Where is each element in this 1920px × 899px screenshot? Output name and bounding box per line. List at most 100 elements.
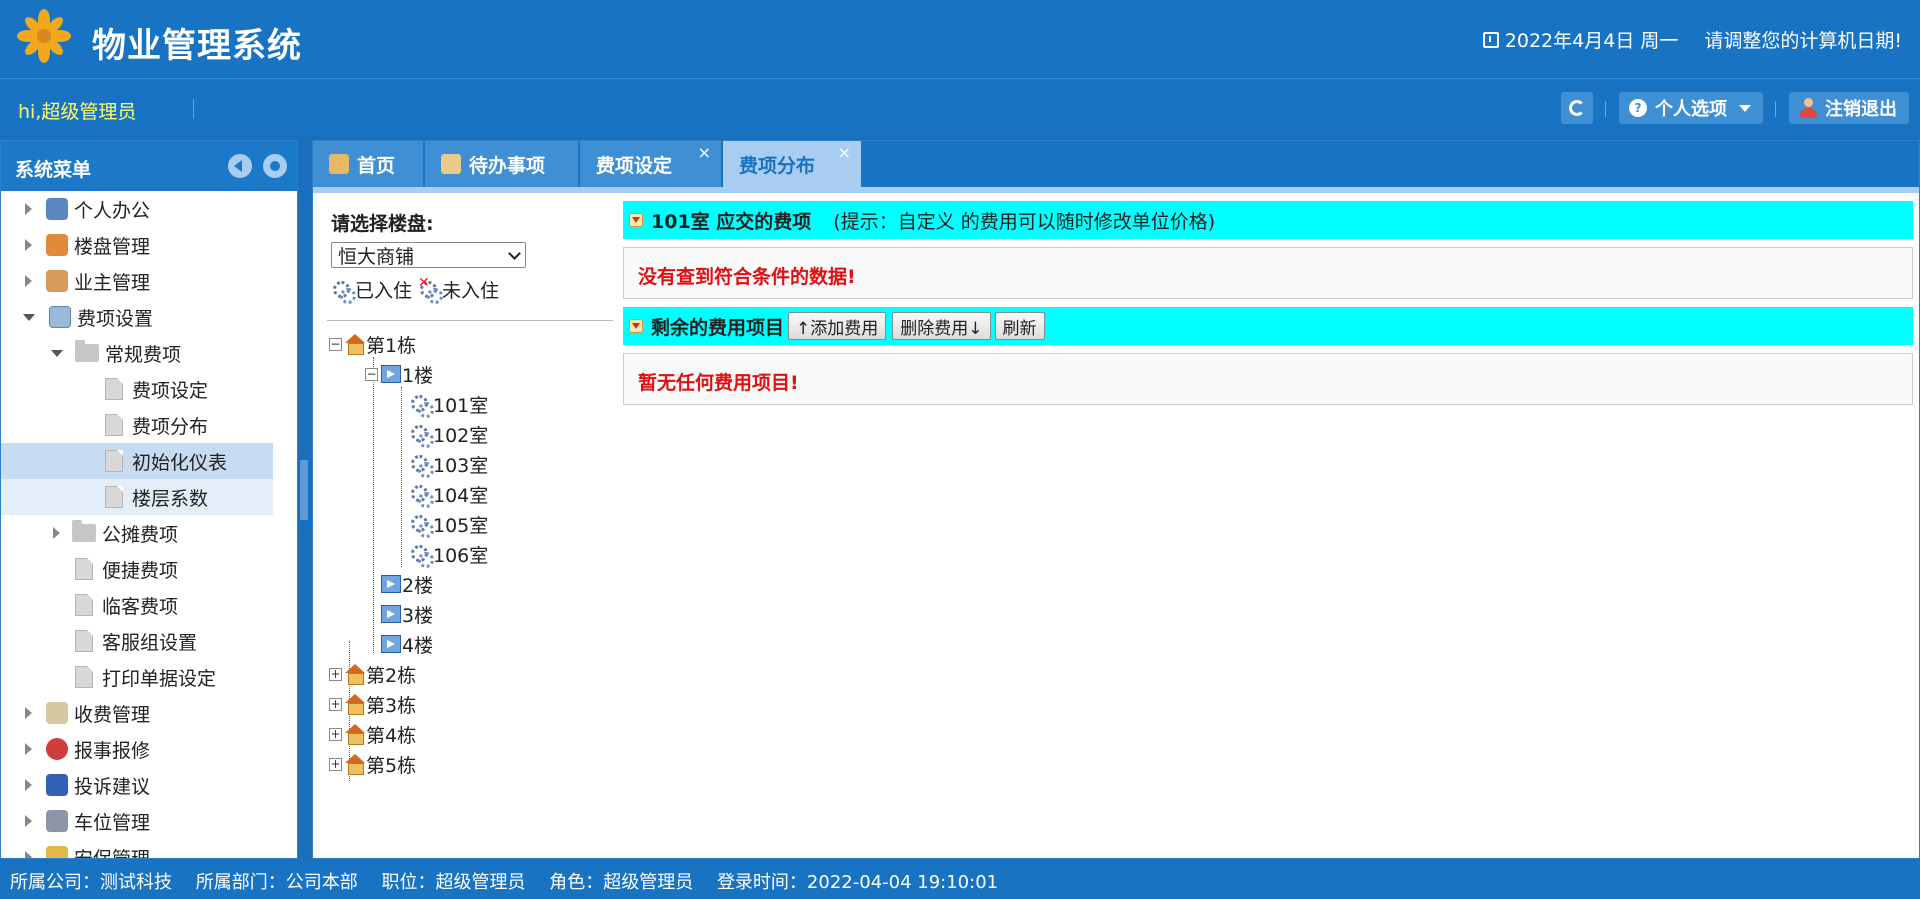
sidebar-item-print-settings[interactable]: 打印单据设定: [1, 659, 297, 695]
sidebar-item-shared-fees[interactable]: 公摊费项: [1, 515, 297, 551]
due-fees-header: 101室 应交的费项 (提示：自定义 的费用可以随时修改单位价格): [623, 201, 1913, 239]
chevron-right-icon: [25, 815, 32, 827]
personal-options-button[interactable]: ? 个人选项: [1619, 92, 1763, 124]
date-warning: 请调整您的计算机日期!: [1704, 30, 1902, 52]
tree-node-room[interactable]: 104室: [409, 481, 488, 508]
tree-node-floor[interactable]: 4楼: [381, 631, 433, 657]
floor-icon: [381, 635, 401, 653]
sidebar-item-personal-office[interactable]: 个人办公: [1, 191, 297, 227]
tree-node-floor[interactable]: − 1楼: [365, 361, 433, 387]
occupied-icon: [409, 483, 434, 508]
tab-label: 费项设定: [596, 154, 673, 177]
occupied-icon: [409, 513, 434, 538]
floor-icon: [381, 605, 401, 623]
tree-node-building[interactable]: + 第5栋: [329, 751, 416, 777]
tab-fee-definition[interactable]: 费项设定 ×: [580, 141, 722, 187]
gear-icon[interactable]: [263, 154, 287, 178]
chevron-down-icon: [51, 349, 63, 357]
sidebar-item-floor-coefficient[interactable]: 楼层系数: [1, 479, 273, 515]
sidebar-item-repairs[interactable]: 报事报修: [1, 731, 297, 767]
sidebar-item-label: 收费管理: [74, 703, 151, 726]
app-title: 物业管理系统: [92, 26, 302, 66]
tab-home[interactable]: 首页: [313, 141, 424, 187]
tree-node-building[interactable]: + 第2栋: [329, 661, 416, 687]
collapse-icon[interactable]: −: [365, 367, 378, 381]
refresh-button[interactable]: 刷新: [994, 312, 1045, 340]
tab-label: 费项分布: [739, 154, 816, 177]
tab-todo[interactable]: 待办事项: [425, 141, 579, 187]
tree-node-building[interactable]: + 第4栋: [329, 721, 416, 747]
tree-node-room[interactable]: 101室: [409, 391, 489, 418]
refresh-button[interactable]: [1561, 92, 1593, 124]
sidebar-item-label: 便捷费项: [102, 559, 179, 582]
phone-icon: [46, 774, 68, 796]
sidebar-item-security[interactable]: 安保管理: [1, 839, 297, 858]
close-icon[interactable]: ×: [838, 143, 851, 162]
tree-node-floor[interactable]: 2楼: [381, 571, 433, 597]
sidebar-item-billing[interactable]: 收费管理: [1, 695, 297, 731]
tree-node-room[interactable]: 102室: [409, 421, 488, 448]
sidebar-item-owner[interactable]: 业主管理: [1, 263, 297, 299]
tree-node-room[interactable]: 106室: [409, 541, 488, 568]
sidebar-item-label: 费项设定: [132, 379, 209, 402]
due-fees-title: 101室 应交的费项: [651, 210, 812, 233]
expand-icon[interactable]: +: [329, 697, 342, 711]
tab-fee-distribution[interactable]: 费项分布 ×: [723, 141, 862, 187]
tree-node-label: 101室: [433, 394, 489, 417]
refresh-icon: [1569, 100, 1585, 116]
tree-node-building[interactable]: − 第1栋: [329, 331, 416, 357]
sidebar-item-fee-settings[interactable]: 费项设置: [1, 299, 297, 335]
delete-fee-button[interactable]: 删除费用↓: [892, 312, 991, 340]
calculator-icon: [49, 306, 71, 328]
greeting: hi,超级管理员: [18, 101, 137, 123]
estate-label: 请选择楼盘:: [331, 213, 434, 235]
sidebar-item-label: 临客费项: [102, 595, 179, 618]
sidebar-item-fee-distribution[interactable]: 费项分布: [1, 407, 297, 443]
status-bar: 所属公司：测试科技 所属部门：公司本部 职位：超级管理员 角色：超级管理员 登录…: [0, 859, 1920, 899]
expand-icon[interactable]: +: [329, 727, 342, 741]
file-icon: [75, 666, 93, 688]
floor-icon: [381, 365, 401, 383]
sidebar-item-regular-fees[interactable]: 常规费项: [1, 335, 297, 371]
sidebar-item-label: 初始化仪表: [132, 451, 228, 474]
sidebar-item-service-group[interactable]: 客服组设置: [1, 623, 297, 659]
logout-button[interactable]: 注销退出: [1789, 92, 1909, 124]
tree-node-room[interactable]: 103室: [409, 451, 488, 478]
tree-node-room[interactable]: 105室: [409, 511, 488, 538]
sidebar-item-guest-fees[interactable]: 临客费项: [1, 587, 297, 623]
file-icon: [75, 594, 93, 616]
occupancy-legend: 已入住 ✕ 未入住: [331, 275, 627, 304]
collapse-section-icon[interactable]: [629, 319, 643, 333]
tree-node-label: 3楼: [402, 604, 434, 627]
estate-select[interactable]: 恒大商铺: [331, 242, 526, 268]
tree-node-floor[interactable]: 3楼: [381, 601, 433, 627]
car-icon: [46, 810, 68, 832]
sidebar-item-label: 报事报修: [74, 739, 151, 762]
tree-node-label: 第5栋: [366, 754, 417, 777]
sidebar-item-init-meter[interactable]: 初始化仪表: [1, 443, 273, 479]
chevron-right-icon: [25, 239, 32, 251]
add-fee-button[interactable]: ↑添加费用: [788, 312, 887, 340]
sidebar-item-quick-fees[interactable]: 便捷费项: [1, 551, 297, 587]
vacant-icon: ✕: [418, 275, 444, 304]
tree-node-building[interactable]: + 第3栋: [329, 691, 416, 717]
legend-occupied: 已入住: [355, 280, 413, 302]
sidebar-item-property[interactable]: 楼盘管理: [1, 227, 297, 263]
shield-icon: [46, 846, 68, 858]
sidebar-splitter[interactable]: [300, 460, 308, 520]
floor-icon: [381, 575, 401, 593]
collapse-icon[interactable]: −: [329, 337, 342, 351]
collapse-section-icon[interactable]: [629, 213, 643, 227]
sidebar-item-complaints[interactable]: 投诉建议: [1, 767, 297, 803]
close-icon[interactable]: ×: [698, 143, 711, 162]
collapse-sidebar-icon[interactable]: [228, 154, 252, 178]
expand-icon[interactable]: +: [329, 667, 342, 681]
divider: [193, 99, 194, 119]
remaining-fees-empty: 暂无任何费用项目!: [623, 353, 1913, 405]
sidebar-item-fee-definition[interactable]: 费项设定: [1, 371, 297, 407]
chevron-down-icon: [23, 313, 35, 321]
sidebar-item-parking[interactable]: 车位管理: [1, 803, 297, 839]
expand-icon[interactable]: +: [329, 757, 342, 771]
estate-panel: 请选择楼盘: 恒大商铺 已入住 ✕ 未入住: [331, 209, 627, 304]
file-icon: [75, 630, 93, 652]
